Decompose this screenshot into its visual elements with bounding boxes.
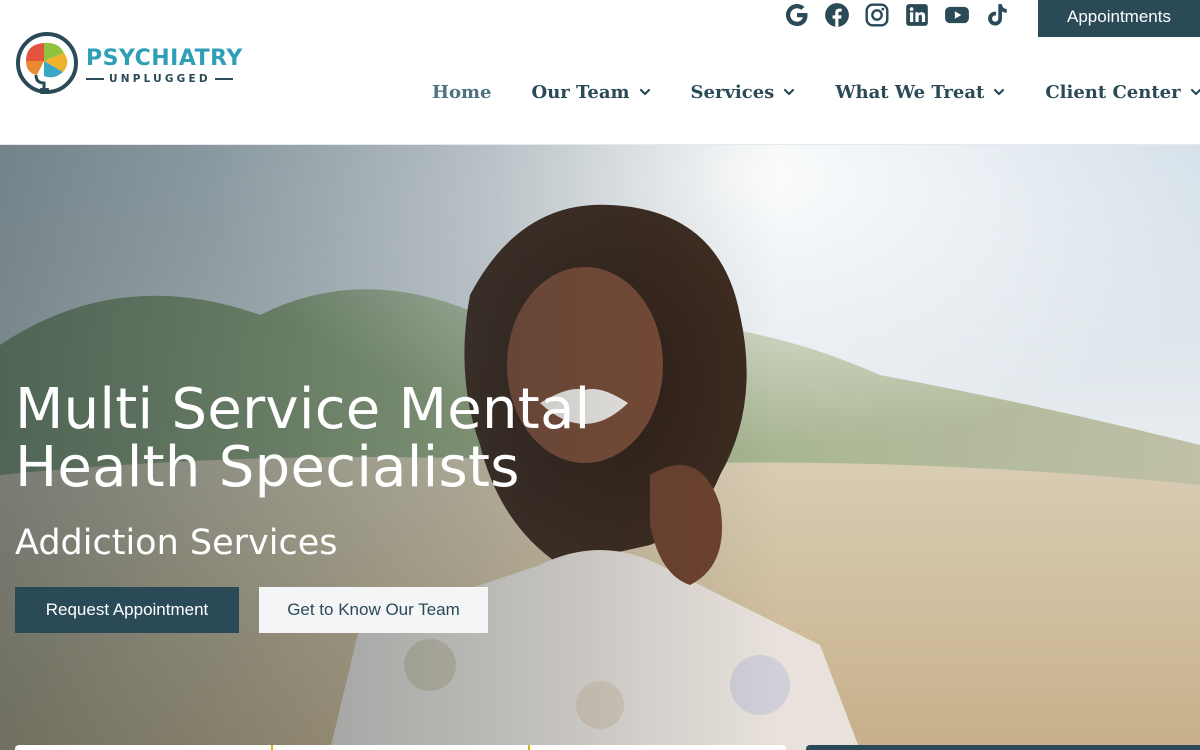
instagram-icon[interactable] bbox=[864, 2, 890, 28]
dark-panel-strip bbox=[806, 745, 1200, 750]
appointments-button[interactable]: Appointments bbox=[1038, 0, 1200, 37]
tiktok-icon[interactable] bbox=[984, 2, 1010, 28]
chevron-down-icon bbox=[784, 88, 795, 96]
request-appointment-button[interactable]: Request Appointment bbox=[15, 587, 239, 633]
nav-item-label: Services bbox=[690, 81, 775, 103]
logo-rule-right bbox=[214, 77, 233, 80]
youtube-icon[interactable] bbox=[944, 2, 970, 28]
site-logo[interactable]: PSYCHIATRY UNPLUGGED bbox=[14, 31, 243, 99]
nav-item-label: Home bbox=[432, 81, 492, 103]
brain-plug-logo-icon bbox=[16, 32, 78, 94]
hero-title: Multi Service Mental Health Specialists bbox=[15, 377, 591, 500]
logo-rule-left bbox=[86, 77, 104, 80]
hero-section: Multi Service Mental Health Specialists … bbox=[0, 145, 1200, 750]
nav-item-label: Our Team bbox=[531, 81, 630, 103]
logo-tagline: UNPLUGGED bbox=[109, 72, 211, 85]
nav-item-home[interactable]: Home bbox=[432, 82, 492, 103]
linkedin-icon[interactable] bbox=[904, 2, 930, 28]
chevron-down-icon bbox=[994, 88, 1005, 96]
site-header: PSYCHIATRY UNPLUGGED Appointments Home O… bbox=[0, 0, 1200, 145]
feature-cards-strip bbox=[15, 745, 786, 750]
meet-team-button[interactable]: Get to Know Our Team bbox=[259, 587, 488, 633]
main-nav: Home Our Team Services What We Treat Cli… bbox=[432, 76, 1200, 108]
google-icon[interactable] bbox=[784, 2, 810, 28]
hero-subtitle: Addiction Services bbox=[15, 523, 338, 563]
nav-item-label: Client Center bbox=[1045, 81, 1181, 103]
chevron-down-icon bbox=[1190, 88, 1200, 96]
facebook-icon[interactable] bbox=[824, 2, 850, 28]
nav-item-label: What We Treat bbox=[835, 81, 985, 103]
card-divider bbox=[271, 745, 273, 750]
logo-wordmark: PSYCHIATRY bbox=[86, 45, 243, 71]
chevron-down-icon bbox=[639, 88, 650, 96]
social-links bbox=[784, 2, 1010, 28]
nav-item-client-center[interactable]: Client Center bbox=[1045, 82, 1200, 103]
nav-item-services[interactable]: Services bbox=[691, 82, 796, 103]
card-divider bbox=[528, 745, 530, 750]
nav-item-what-we-treat[interactable]: What We Treat bbox=[835, 82, 1005, 103]
nav-item-our-team[interactable]: Our Team bbox=[532, 82, 651, 103]
